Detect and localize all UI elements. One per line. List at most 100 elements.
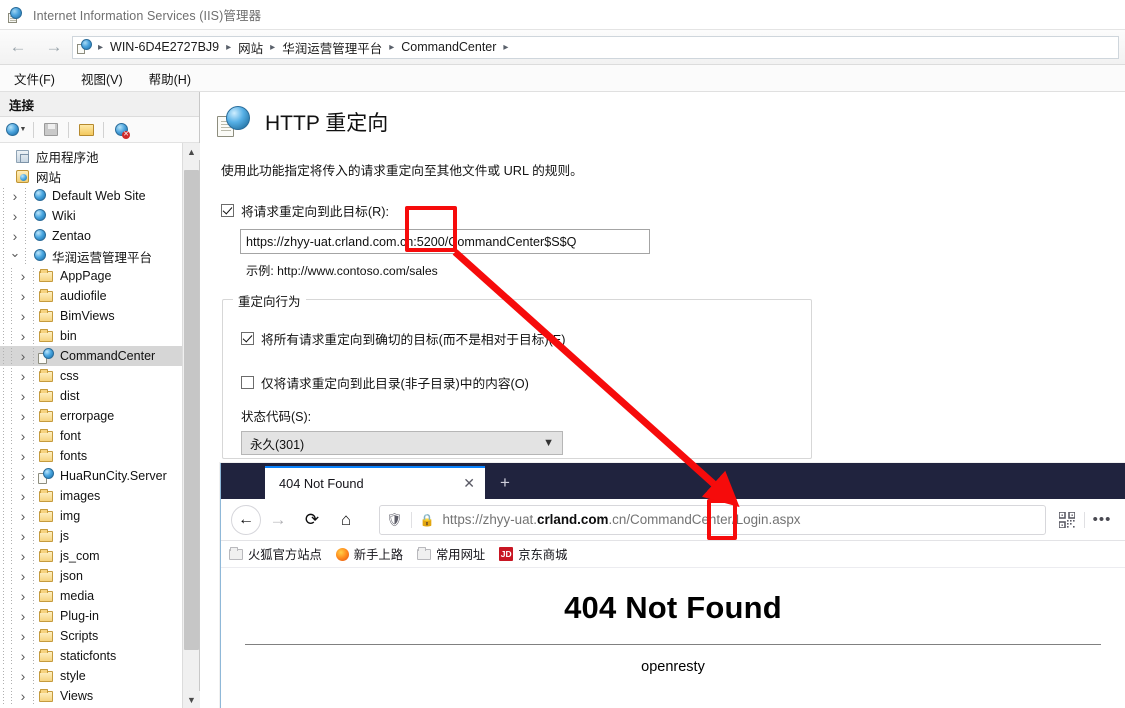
chevron-right-icon[interactable] — [8, 188, 22, 204]
save-button[interactable] — [40, 120, 62, 140]
tree-item-scripts[interactable]: Scripts — [0, 626, 182, 646]
chevron-right-icon[interactable] — [16, 688, 30, 704]
home-icon[interactable]: ⌂ — [329, 503, 363, 537]
exact-destination-row[interactable]: 将所有请求重定向到确切的目标(而不是相对于目标)(E) — [241, 329, 811, 348]
bookmark-item[interactable]: 新手上路 — [335, 545, 403, 563]
scroll-down-icon[interactable]: ▼ — [183, 691, 200, 708]
scroll-up-icon[interactable]: ▲ — [183, 143, 200, 160]
chevron-right-icon[interactable] — [16, 408, 30, 424]
tree-item-huaruncity-server[interactable]: HuaRunCity.Server — [0, 466, 182, 486]
tree-item-css[interactable]: css — [0, 366, 182, 386]
tree-item-js-com[interactable]: js_com — [0, 546, 182, 566]
tree-item-dist[interactable]: dist — [0, 386, 182, 406]
chevron-right-icon[interactable] — [16, 268, 30, 284]
tree-item-zentao[interactable]: Zentao — [0, 226, 182, 246]
connect-button[interactable]: ▼ — [5, 120, 27, 140]
tree-item-img[interactable]: img — [0, 506, 182, 526]
nav-buttons[interactable]: ← → — [0, 37, 72, 57]
tree-scrollbar[interactable]: ▲ ▼ — [182, 143, 200, 708]
breadcrumb[interactable]: ▸ WIN-6D4E2727BJ9 ▸ 网站 ▸ 华润运营管理平台 ▸ Comm… — [72, 35, 1119, 59]
open-button[interactable] — [75, 120, 97, 140]
menu-file[interactable]: 文件(F) — [14, 69, 55, 88]
exact-destination-checkbox[interactable] — [241, 332, 254, 345]
tree-item-audiofile[interactable]: audiofile — [0, 286, 182, 306]
tree-item--[interactable]: 华润运营管理平台 — [0, 246, 182, 266]
close-icon[interactable]: ✕ — [453, 475, 475, 492]
tree-item-media[interactable]: media — [0, 586, 182, 606]
chevron-right-icon[interactable] — [16, 648, 30, 664]
forward-arrow-icon[interactable]: → — [46, 37, 63, 57]
connections-tree[interactable]: 应用程序池网站 Default Web Site Wiki Zentao 华润运营管理平… — [0, 143, 182, 708]
tree-item-staticfonts[interactable]: staticfonts — [0, 646, 182, 666]
forward-icon[interactable]: → — [261, 503, 295, 537]
tree-item-images[interactable]: images — [0, 486, 182, 506]
tree-item-wiki[interactable]: Wiki — [0, 206, 182, 226]
tree-item-font[interactable]: font — [0, 426, 182, 446]
tree-item-plug-in[interactable]: Plug-in — [0, 606, 182, 626]
tree-item-apppage[interactable]: AppPage — [0, 266, 182, 286]
chevron-right-icon[interactable] — [16, 368, 30, 384]
tree-item-errorpage[interactable]: errorpage — [0, 406, 182, 426]
tree-item-style[interactable]: style — [0, 666, 182, 686]
tree-item-bimviews[interactable]: BimViews — [0, 306, 182, 326]
back-arrow-icon[interactable]: ← — [10, 37, 27, 57]
chevron-right-icon[interactable] — [8, 228, 22, 244]
tree-item-views[interactable]: Views — [0, 686, 182, 706]
tree-item-default-web-site[interactable]: Default Web Site — [0, 186, 182, 206]
chevron-right-icon[interactable] — [16, 548, 30, 564]
chevron-right-icon[interactable] — [16, 348, 30, 364]
only-this-directory-row[interactable]: 仅将请求重定向到此目录(非子目录)中的内容(O) — [241, 373, 811, 392]
chevron-right-icon[interactable] — [16, 628, 30, 644]
breadcrumb-separator: ▸ — [270, 41, 276, 53]
only-this-directory-checkbox[interactable] — [241, 376, 254, 389]
chevron-right-icon[interactable] — [16, 308, 30, 324]
new-tab-button[interactable]: + — [485, 466, 525, 499]
tree-item--[interactable]: 网站 — [0, 166, 182, 186]
shield-icon[interactable]: 🛡 — [386, 512, 403, 528]
bookmark-item[interactable]: JD 京东商城 — [499, 545, 567, 563]
breadcrumb-item-server[interactable]: WIN-6D4E2727BJ9 — [106, 40, 223, 54]
menu-view[interactable]: 视图(V) — [81, 69, 123, 88]
chevron-right-icon[interactable] — [16, 288, 30, 304]
chevron-down-icon[interactable] — [8, 248, 22, 264]
chevron-right-icon[interactable] — [16, 528, 30, 544]
qr-code-icon[interactable] — [1054, 507, 1080, 533]
chevron-right-icon[interactable] — [16, 448, 30, 464]
more-options-icon[interactable]: ••• — [1089, 507, 1115, 533]
bookmark-item[interactable]: 常用网址 — [417, 545, 485, 563]
chevron-right-icon[interactable] — [16, 468, 30, 484]
breadcrumb-item-sites[interactable]: 网站 — [234, 38, 267, 57]
tree-item-label: staticfonts — [60, 649, 117, 663]
tree-item-bin[interactable]: bin — [0, 326, 182, 346]
redirect-enable-row[interactable]: 将请求重定向到此目标(R): — [221, 201, 1125, 220]
lock-icon[interactable]: 🔒 — [420, 513, 435, 527]
bookmark-item[interactable]: 火狐官方站点 — [229, 545, 322, 563]
tree-item-commandcenter[interactable]: CommandCenter — [0, 346, 182, 366]
status-code-select[interactable]: 永久(301) ▼ — [241, 431, 563, 455]
chevron-right-icon[interactable] — [16, 508, 30, 524]
chevron-right-icon[interactable] — [16, 428, 30, 444]
tree-item-fonts[interactable]: fonts — [0, 446, 182, 466]
chevron-right-icon[interactable] — [16, 668, 30, 684]
site-globe-icon — [30, 248, 47, 265]
redirect-enable-checkbox[interactable] — [221, 204, 234, 217]
chevron-right-icon[interactable] — [16, 388, 30, 404]
tree-item--[interactable]: 应用程序池 — [0, 146, 182, 166]
breadcrumb-item-site[interactable]: 华润运营管理平台 — [278, 38, 386, 57]
chevron-right-icon[interactable] — [16, 568, 30, 584]
chevron-right-icon[interactable] — [8, 208, 22, 224]
back-icon[interactable]: ← — [231, 504, 261, 535]
tree-item-js[interactable]: js — [0, 526, 182, 546]
chevron-right-icon[interactable] — [16, 328, 30, 344]
reload-icon[interactable]: ⟳ — [295, 503, 329, 537]
chevron-right-icon[interactable] — [16, 608, 30, 624]
scrollbar-thumb[interactable] — [184, 170, 199, 650]
chevron-right-icon[interactable] — [16, 588, 30, 604]
breadcrumb-item-app[interactable]: CommandCenter — [397, 40, 500, 54]
disconnect-button[interactable]: ✕ — [110, 120, 132, 140]
menu-help[interactable]: 帮助(H) — [149, 69, 191, 88]
chevron-right-icon[interactable] — [16, 488, 30, 504]
browser-tab-active[interactable]: 404 Not Found ✕ — [265, 466, 485, 499]
tree-item-label: js_com — [60, 549, 100, 563]
tree-item-json[interactable]: json — [0, 566, 182, 586]
